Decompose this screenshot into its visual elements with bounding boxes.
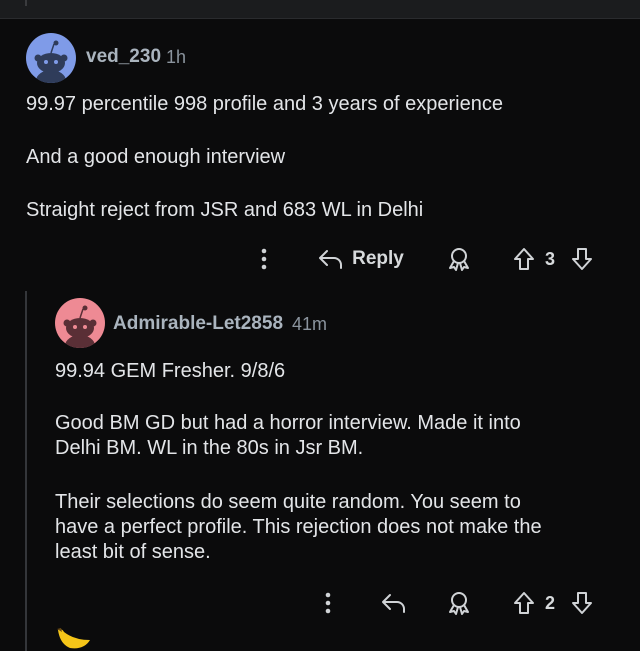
avatar[interactable] — [55, 298, 105, 348]
reply-label: Reply — [352, 248, 404, 269]
downvote-button[interactable] — [568, 589, 596, 617]
downvote-button[interactable] — [568, 245, 596, 273]
comment-paragraph: 99.97 percentile 998 profile and 3 years… — [26, 93, 503, 115]
downvote-icon — [572, 248, 592, 270]
award-button[interactable] — [444, 244, 474, 274]
more-options-icon — [261, 248, 267, 270]
upvote-button[interactable] — [510, 245, 538, 273]
banana-emoji-icon — [57, 628, 90, 649]
timestamp: 41m — [292, 314, 328, 334]
comment-paragraph: Good BM GD but had a horror interview. M… — [55, 412, 521, 459]
timestamp: 1h — [166, 47, 187, 67]
vote-count: 3 — [545, 249, 556, 269]
thread-line-top — [25, 0, 27, 6]
comment-paragraph: And a good enough interview — [26, 146, 286, 168]
username[interactable]: ved_230 — [86, 46, 161, 68]
more-options-button[interactable] — [252, 245, 276, 273]
reply-button[interactable]: Reply — [315, 244, 407, 274]
more-options-icon — [325, 592, 331, 614]
comment-paragraph: Straight reject from JSR and 683 WL in D… — [26, 199, 424, 221]
reply-button[interactable] — [379, 588, 409, 618]
comment-paragraph: Their selections do seem quite random. Y… — [55, 491, 542, 563]
downvote-icon — [572, 592, 592, 614]
reply-arrow-icon — [319, 250, 343, 269]
vote-count: 2 — [545, 593, 556, 613]
thread-line — [25, 291, 27, 651]
award-icon — [449, 592, 469, 615]
upvote-icon — [514, 592, 534, 614]
top-bar — [0, 0, 640, 18]
reply-arrow-icon — [382, 594, 405, 613]
comment-paragraph: 99.94 GEM Fresher. 9/8/6 — [55, 360, 286, 382]
avatar[interactable] — [26, 33, 76, 83]
more-options-button[interactable] — [316, 589, 340, 617]
username[interactable]: Admirable-Let2858 — [113, 313, 283, 335]
upvote-button[interactable] — [510, 589, 538, 617]
snoo-avatar-icon — [55, 298, 105, 348]
upvote-icon — [514, 248, 534, 270]
award-icon — [449, 248, 469, 271]
award-button[interactable] — [444, 588, 474, 618]
divider — [0, 18, 640, 19]
snoo-avatar-icon — [26, 33, 76, 83]
